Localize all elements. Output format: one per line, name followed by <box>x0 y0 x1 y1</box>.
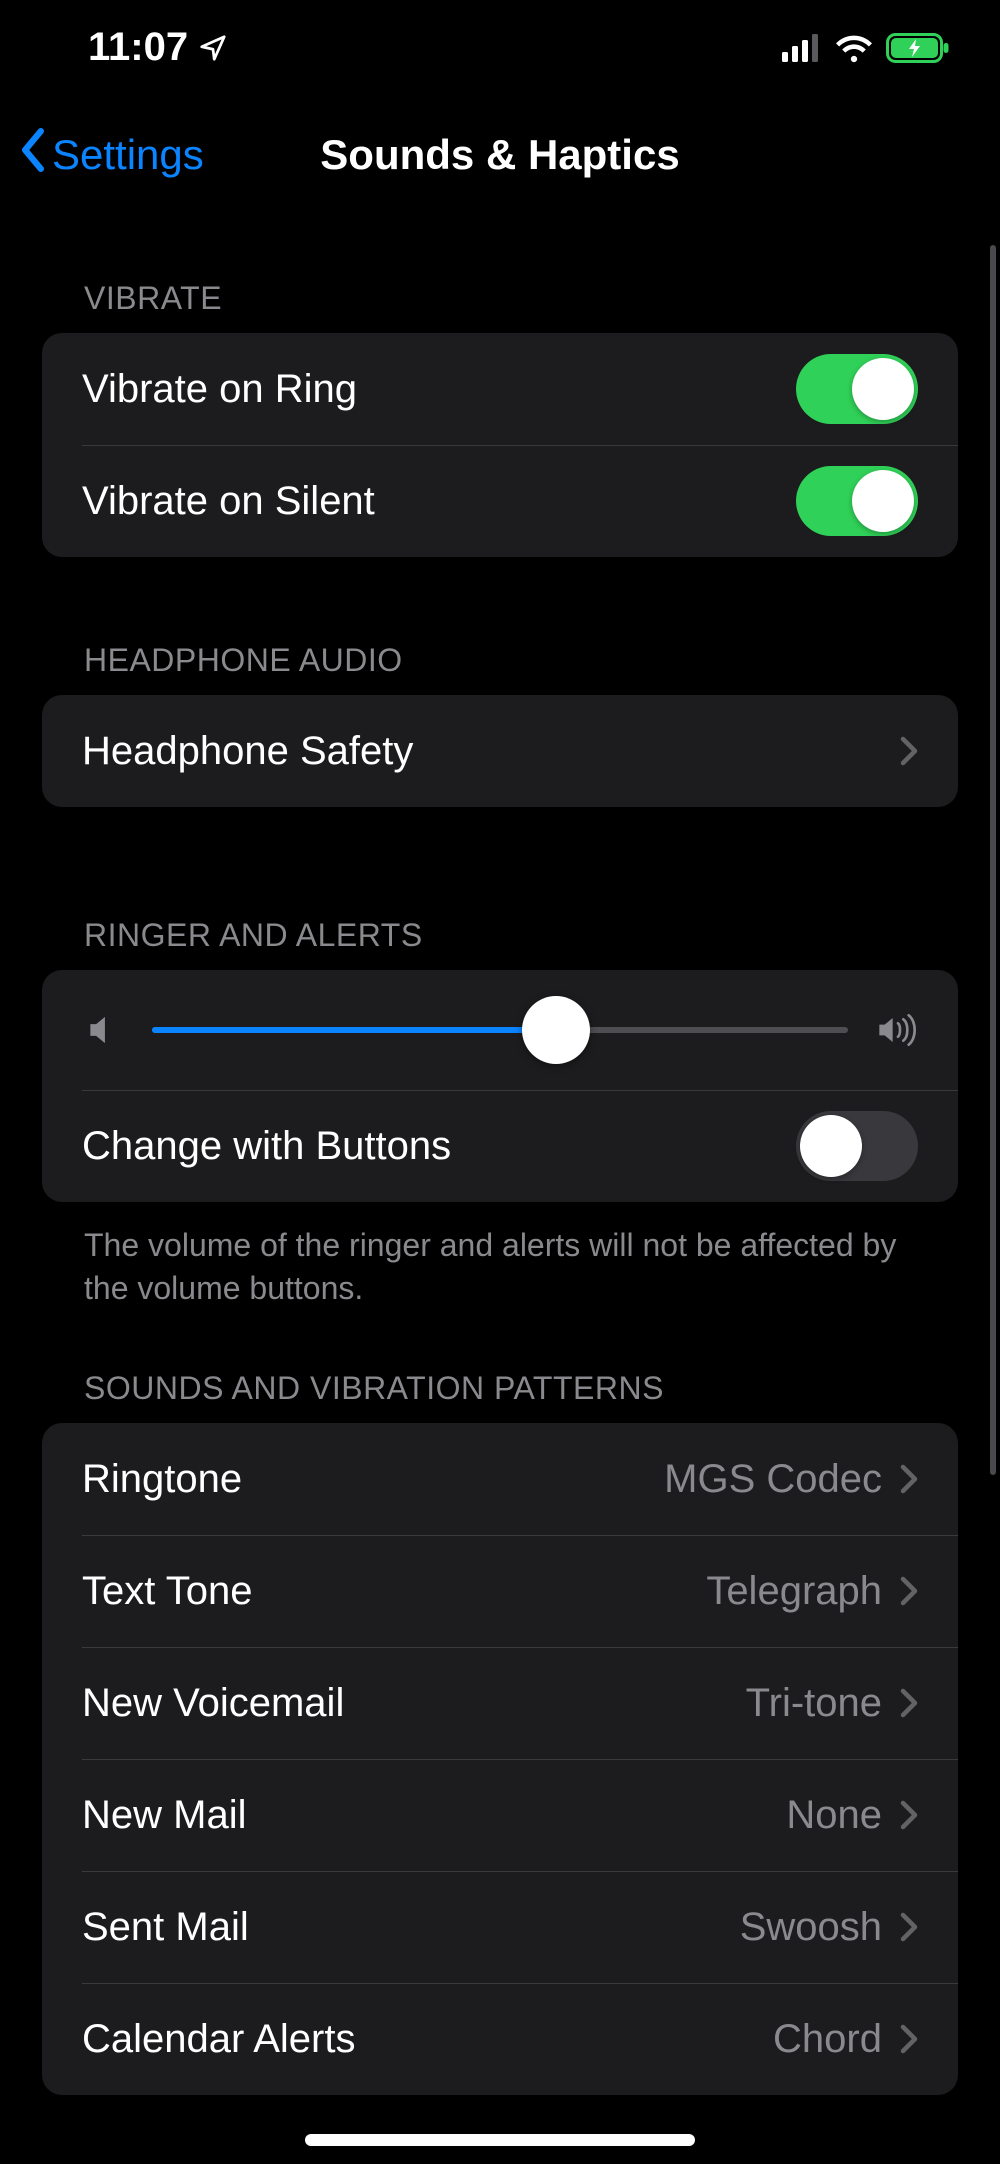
cellular-icon <box>782 34 822 62</box>
chevron-right-icon <box>900 736 918 766</box>
row-value: Telegraph <box>706 1569 882 1614</box>
content: Vibrate Vibrate on Ring Vibrate on Silen… <box>0 280 1000 2135</box>
status-right <box>782 33 950 63</box>
row-value: None <box>786 1793 882 1838</box>
clock-text: 11:07 <box>88 25 188 70</box>
toggle-vibrate-on-silent[interactable] <box>796 466 918 536</box>
row-label: Calendar Alerts <box>82 2017 355 2062</box>
toggle-change-with-buttons[interactable] <box>796 1111 918 1181</box>
chevron-right-icon <box>900 1464 918 1494</box>
row-label: Change with Buttons <box>82 1124 451 1169</box>
row-right: Chord <box>773 2017 918 2062</box>
row-value: Tri-tone <box>746 1681 882 1726</box>
row-right: Swoosh <box>740 1905 918 1950</box>
row-sound-item[interactable]: Calendar Alerts Chord <box>42 1983 958 2095</box>
speaker-high-icon <box>878 1010 918 1050</box>
group-ringer: Change with Buttons <box>42 970 958 1202</box>
status-time: 11:07 <box>88 25 228 70</box>
row-label: Sent Mail <box>82 1905 249 1950</box>
group-vibrate: Vibrate on Ring Vibrate on Silent <box>42 333 958 557</box>
row-sound-item[interactable]: Ringtone MGS Codec <box>42 1423 958 1535</box>
section-header-ringer: Ringer and Alerts <box>42 917 958 970</box>
row-label: Headphone Safety <box>82 729 413 774</box>
row-right: MGS Codec <box>664 1457 918 1502</box>
chevron-right-icon <box>900 1576 918 1606</box>
section-header-sounds: Sounds and Vibration Patterns <box>42 1370 958 1423</box>
row-label: Ringtone <box>82 1457 242 1502</box>
chevron-left-icon <box>18 128 48 182</box>
row-right: Tri-tone <box>746 1681 918 1726</box>
row-right: None <box>786 1793 918 1838</box>
row-change-with-buttons[interactable]: Change with Buttons <box>42 1090 958 1202</box>
row-label: Vibrate on Ring <box>82 367 357 412</box>
back-button[interactable]: Settings <box>18 128 204 182</box>
battery-charging-icon <box>886 33 950 63</box>
location-icon <box>198 33 228 63</box>
row-headphone-safety[interactable]: Headphone Safety <box>42 695 958 807</box>
toggle-vibrate-on-ring[interactable] <box>796 354 918 424</box>
chevron-right-icon <box>900 1800 918 1830</box>
ringer-footer-text: The volume of the ringer and alerts will… <box>42 1202 958 1310</box>
row-sound-item[interactable]: New Voicemail Tri-tone <box>42 1647 958 1759</box>
group-sounds: Ringtone MGS Codec Text Tone Telegraph New V… <box>42 1423 958 2095</box>
chevron-right-icon <box>900 1912 918 1942</box>
speaker-low-icon <box>82 1010 122 1050</box>
row-value: MGS Codec <box>664 1457 882 1502</box>
row-sound-item[interactable]: Text Tone Telegraph <box>42 1535 958 1647</box>
section-header-vibrate: Vibrate <box>42 280 958 333</box>
row-right: Telegraph <box>706 1569 918 1614</box>
row-label: New Voicemail <box>82 1681 344 1726</box>
row-volume-slider[interactable] <box>42 970 958 1090</box>
page-title: Sounds & Haptics <box>320 131 679 179</box>
row-sound-item[interactable]: Sent Mail Swoosh <box>42 1871 958 1983</box>
status-bar: 11:07 <box>0 0 1000 95</box>
row-label: Vibrate on Silent <box>82 479 375 524</box>
home-indicator[interactable] <box>305 2134 695 2146</box>
scroll-indicator[interactable] <box>990 245 996 1475</box>
group-headphone: Headphone Safety <box>42 695 958 807</box>
row-value: Chord <box>773 2017 882 2062</box>
row-vibrate-on-ring[interactable]: Vibrate on Ring <box>42 333 958 445</box>
row-sound-item[interactable]: New Mail None <box>42 1759 958 1871</box>
nav-bar: Settings Sounds & Haptics <box>0 95 1000 215</box>
wifi-icon <box>834 33 874 63</box>
chevron-right-icon <box>900 1688 918 1718</box>
section-header-headphone: Headphone Audio <box>42 642 958 695</box>
volume-slider[interactable] <box>152 1000 848 1060</box>
row-label: New Mail <box>82 1793 246 1838</box>
back-label: Settings <box>52 131 204 179</box>
chevron-right-icon <box>900 2024 918 2054</box>
row-label: Text Tone <box>82 1569 253 1614</box>
row-vibrate-on-silent[interactable]: Vibrate on Silent <box>42 445 958 557</box>
row-value: Swoosh <box>740 1905 882 1950</box>
